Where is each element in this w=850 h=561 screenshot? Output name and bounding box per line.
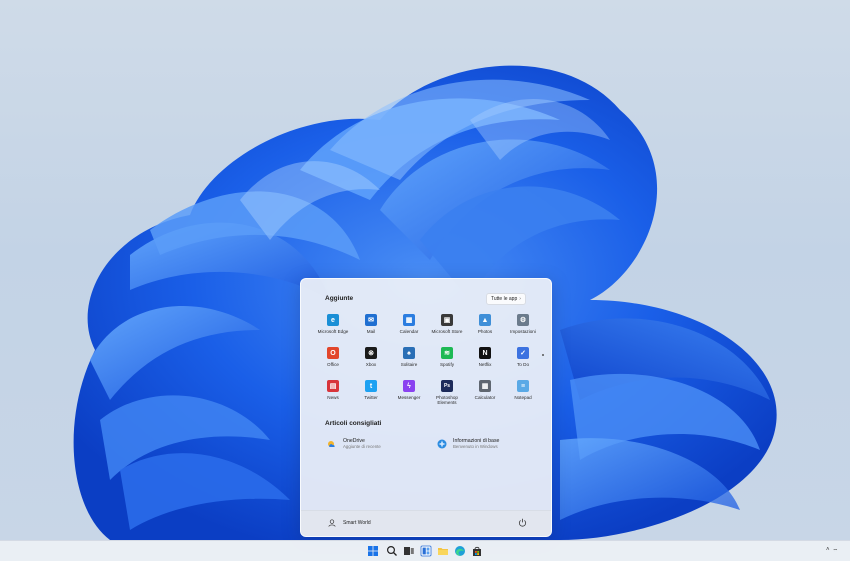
xbox-icon: ⊗ — [365, 347, 377, 359]
office-icon: O — [327, 347, 339, 359]
news-icon: ▤ — [327, 380, 339, 392]
task-view-icon[interactable] — [403, 545, 415, 557]
pinned-app-office[interactable]: O Office — [314, 345, 352, 378]
pinned-app-microsoft-store[interactable]: ▣ Microsoft Store — [428, 312, 466, 345]
pinned-app-label: Messenger — [397, 395, 421, 400]
start-menu-footer: Smart World — [301, 510, 551, 536]
messenger-icon: ϟ — [403, 380, 415, 392]
store-icon[interactable] — [471, 545, 483, 557]
pinned-app-mail[interactable]: ✉ Mail — [352, 312, 390, 345]
twitter-icon: t — [365, 380, 377, 392]
recommended-item-info[interactable]: Informazioni di base Benvenuto in Window… — [437, 438, 499, 450]
pinned-apps-grid: e Microsoft Edge ✉ Mail ▦ Calendar ▣ Microsoft … — [314, 312, 542, 411]
spotify-icon: ≋ — [441, 347, 453, 359]
wifi-icon[interactable]: ⌔ — [833, 547, 839, 555]
pinned-app-label: Impostazioni — [510, 329, 536, 334]
pinned-app-label: Microsoft Store — [431, 329, 463, 334]
start-menu: Aggiunte Tutte le app › e Microsoft Edge ✉ M… — [300, 278, 552, 537]
pinned-app-calendar[interactable]: ▦ Calendar — [390, 312, 428, 345]
chevron-up-icon[interactable]: ˄ — [826, 547, 830, 555]
pinned-section-title: Aggiunte — [325, 295, 354, 302]
power-icon[interactable] — [518, 518, 527, 527]
recommended-item-subtitle: Benvenuto in Windows — [453, 444, 498, 449]
settings-icon: ⚙ — [517, 314, 529, 326]
start-icon[interactable] — [367, 545, 379, 557]
pinned-app-label: To Do — [517, 362, 529, 367]
recommended-item-subtitle: Aggiunte di recente — [343, 444, 381, 449]
pinned-app-netflix[interactable]: N Netflix — [466, 345, 504, 378]
user-avatar-icon[interactable] — [328, 519, 336, 527]
recommended-item-onedrive[interactable]: OneDrive Aggiunte di recente — [327, 438, 381, 450]
pinned-app-label: Mail — [366, 329, 376, 334]
edge-icon[interactable] — [454, 545, 466, 557]
pinned-app-label: Office — [327, 362, 339, 367]
user-name[interactable]: Smart World — [343, 520, 371, 526]
solitaire-icon: ♠ — [403, 347, 415, 359]
pinned-app-solitaire[interactable]: ♠ Solitaire — [390, 345, 428, 378]
pinned-app-calculator[interactable]: ▦ Calculator — [466, 378, 504, 411]
pinned-app-notepad[interactable]: ≡ Notepad — [504, 378, 542, 411]
pinned-app-label: Notepad — [514, 395, 532, 400]
pinned-app-messenger[interactable]: ϟ Messenger — [390, 378, 428, 411]
pinned-app-label: Spotify — [439, 362, 455, 367]
pinned-app-label: Solitaire — [400, 362, 418, 367]
pinned-app-microsoft-edge[interactable]: e Microsoft Edge — [314, 312, 352, 345]
calendar-icon: ▦ — [403, 314, 415, 326]
pinned-app-label: Photoshop Elements — [436, 395, 458, 406]
mail-icon: ✉ — [365, 314, 377, 326]
chevron-right-icon: › — [519, 296, 521, 302]
calculator-icon: ▦ — [479, 380, 491, 392]
pinned-app-photoshop-elements[interactable]: Ps Photoshop Elements — [428, 378, 466, 411]
tips-icon — [437, 439, 447, 449]
pinned-app-label: Netflix — [478, 362, 492, 367]
netflix-icon: N — [479, 347, 491, 359]
notepad-icon: ≡ — [517, 380, 529, 392]
system-tray: ˄ ⌔ — [826, 547, 838, 555]
pinned-app-spotify[interactable]: ≋ Spotify — [428, 345, 466, 378]
pinned-app-label: Microsoft Edge — [317, 329, 349, 334]
pinned-app-to-do[interactable]: ✓ To Do — [504, 345, 542, 378]
pinned-app-label: Xbox — [365, 362, 377, 367]
pinned-app-news[interactable]: ▤ News — [314, 378, 352, 411]
pinned-app-impostazioni[interactable]: ⚙ Impostazioni — [504, 312, 542, 345]
page-indicator[interactable] — [542, 354, 544, 356]
pinned-app-label: Calculator — [474, 395, 496, 400]
edge-icon: e — [327, 314, 339, 326]
pinned-app-twitter[interactable]: t Twitter — [352, 378, 390, 411]
file-explorer-icon[interactable] — [437, 545, 449, 557]
store-icon: ▣ — [441, 314, 453, 326]
pinned-app-label: Photos — [477, 329, 493, 334]
taskbar: ˄ ⌔ — [0, 540, 850, 561]
widgets-icon[interactable] — [420, 545, 432, 557]
todo-icon: ✓ — [517, 347, 529, 359]
onedrive-icon — [328, 441, 335, 447]
recommended-section-title: Articoli consigliati — [325, 420, 382, 427]
pinned-app-label: News — [327, 395, 339, 400]
search-icon[interactable] — [386, 545, 398, 557]
all-apps-button[interactable]: Tutte le app › — [486, 293, 526, 305]
all-apps-label: Tutte le app — [491, 296, 518, 302]
pinned-app-label: Twitter — [364, 395, 378, 400]
pinned-app-photos[interactable]: ▲ Photos — [466, 312, 504, 345]
photos-icon: ▲ — [479, 314, 491, 326]
pinned-app-xbox[interactable]: ⊗ Xbox — [352, 345, 390, 378]
pinned-app-label: Calendar — [399, 329, 419, 334]
photoshop-elements-icon: Ps — [441, 380, 453, 392]
